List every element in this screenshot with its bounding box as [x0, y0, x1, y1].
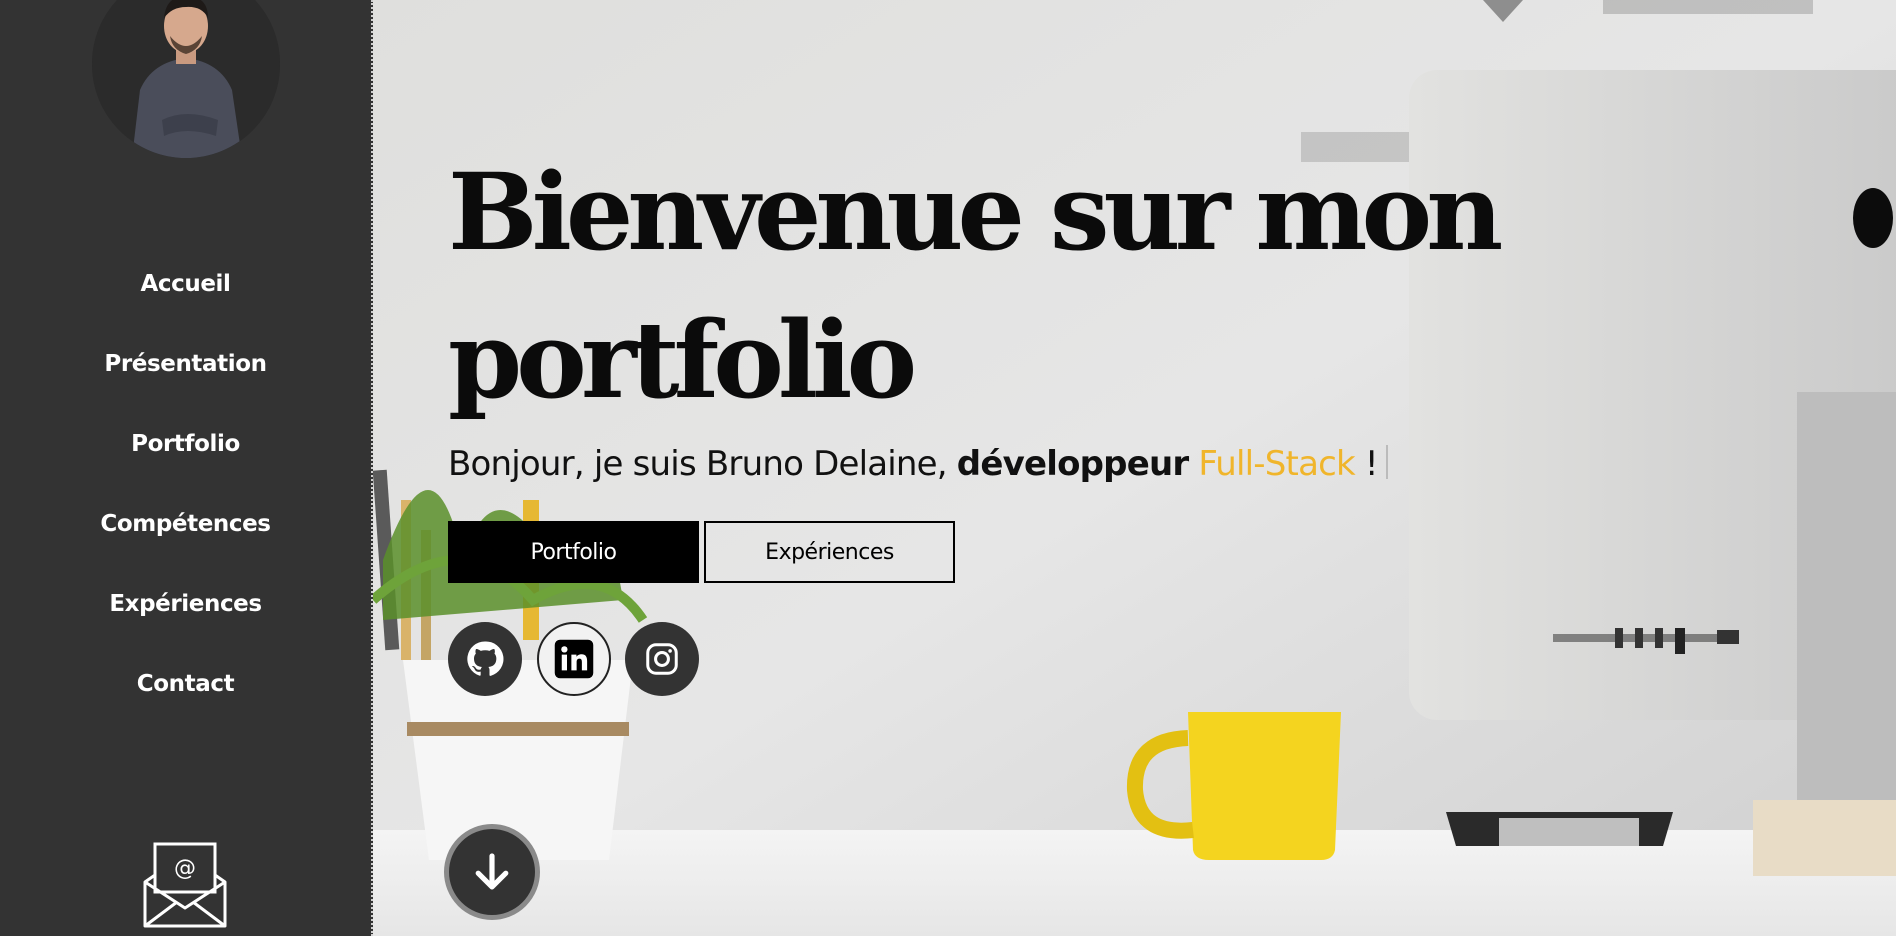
envelope-at-icon[interactable]: @	[141, 842, 229, 930]
arrow-down-icon[interactable]	[444, 824, 540, 920]
profile-photo	[92, 0, 280, 158]
nav-item-presentation[interactable]: Présentation	[0, 328, 371, 408]
avatar	[92, 0, 280, 158]
github-icon[interactable]	[448, 622, 522, 696]
nav-item-accueil[interactable]: Accueil	[0, 248, 371, 328]
page-title: Bienvenue sur mon portfolio	[448, 149, 1503, 422]
instagram-icon[interactable]	[625, 622, 699, 696]
nav-item-contact[interactable]: Contact	[0, 648, 371, 728]
subtitle-role: développeur	[956, 444, 1189, 484]
subtitle-suffix: !	[1354, 444, 1379, 484]
nav-item-experiences[interactable]: Expériences	[0, 568, 371, 648]
nav-item-competences[interactable]: Compétences	[0, 488, 371, 568]
subtitle-space	[1188, 444, 1198, 484]
portfolio-button[interactable]: Portfolio	[448, 521, 699, 583]
svg-text:@: @	[174, 856, 196, 881]
sidebar-nav: Accueil Présentation Portfolio Compétenc…	[0, 248, 371, 728]
nav-item-portfolio[interactable]: Portfolio	[0, 408, 371, 488]
sidebar: Accueil Présentation Portfolio Compétenc…	[0, 0, 373, 936]
hero-section: Bienvenue sur mon portfolio Bonjour, je …	[373, 0, 1896, 936]
typing-cursor	[1385, 445, 1388, 479]
hero-subtitle: Bonjour, je suis Bruno Delaine, développ…	[448, 444, 1388, 484]
linkedin-icon[interactable]	[537, 622, 611, 696]
subtitle-intro: Bonjour, je suis Bruno Delaine,	[448, 444, 957, 484]
subtitle-specialty: Full-Stack	[1198, 444, 1355, 484]
experiences-button[interactable]: Expériences	[704, 521, 955, 583]
